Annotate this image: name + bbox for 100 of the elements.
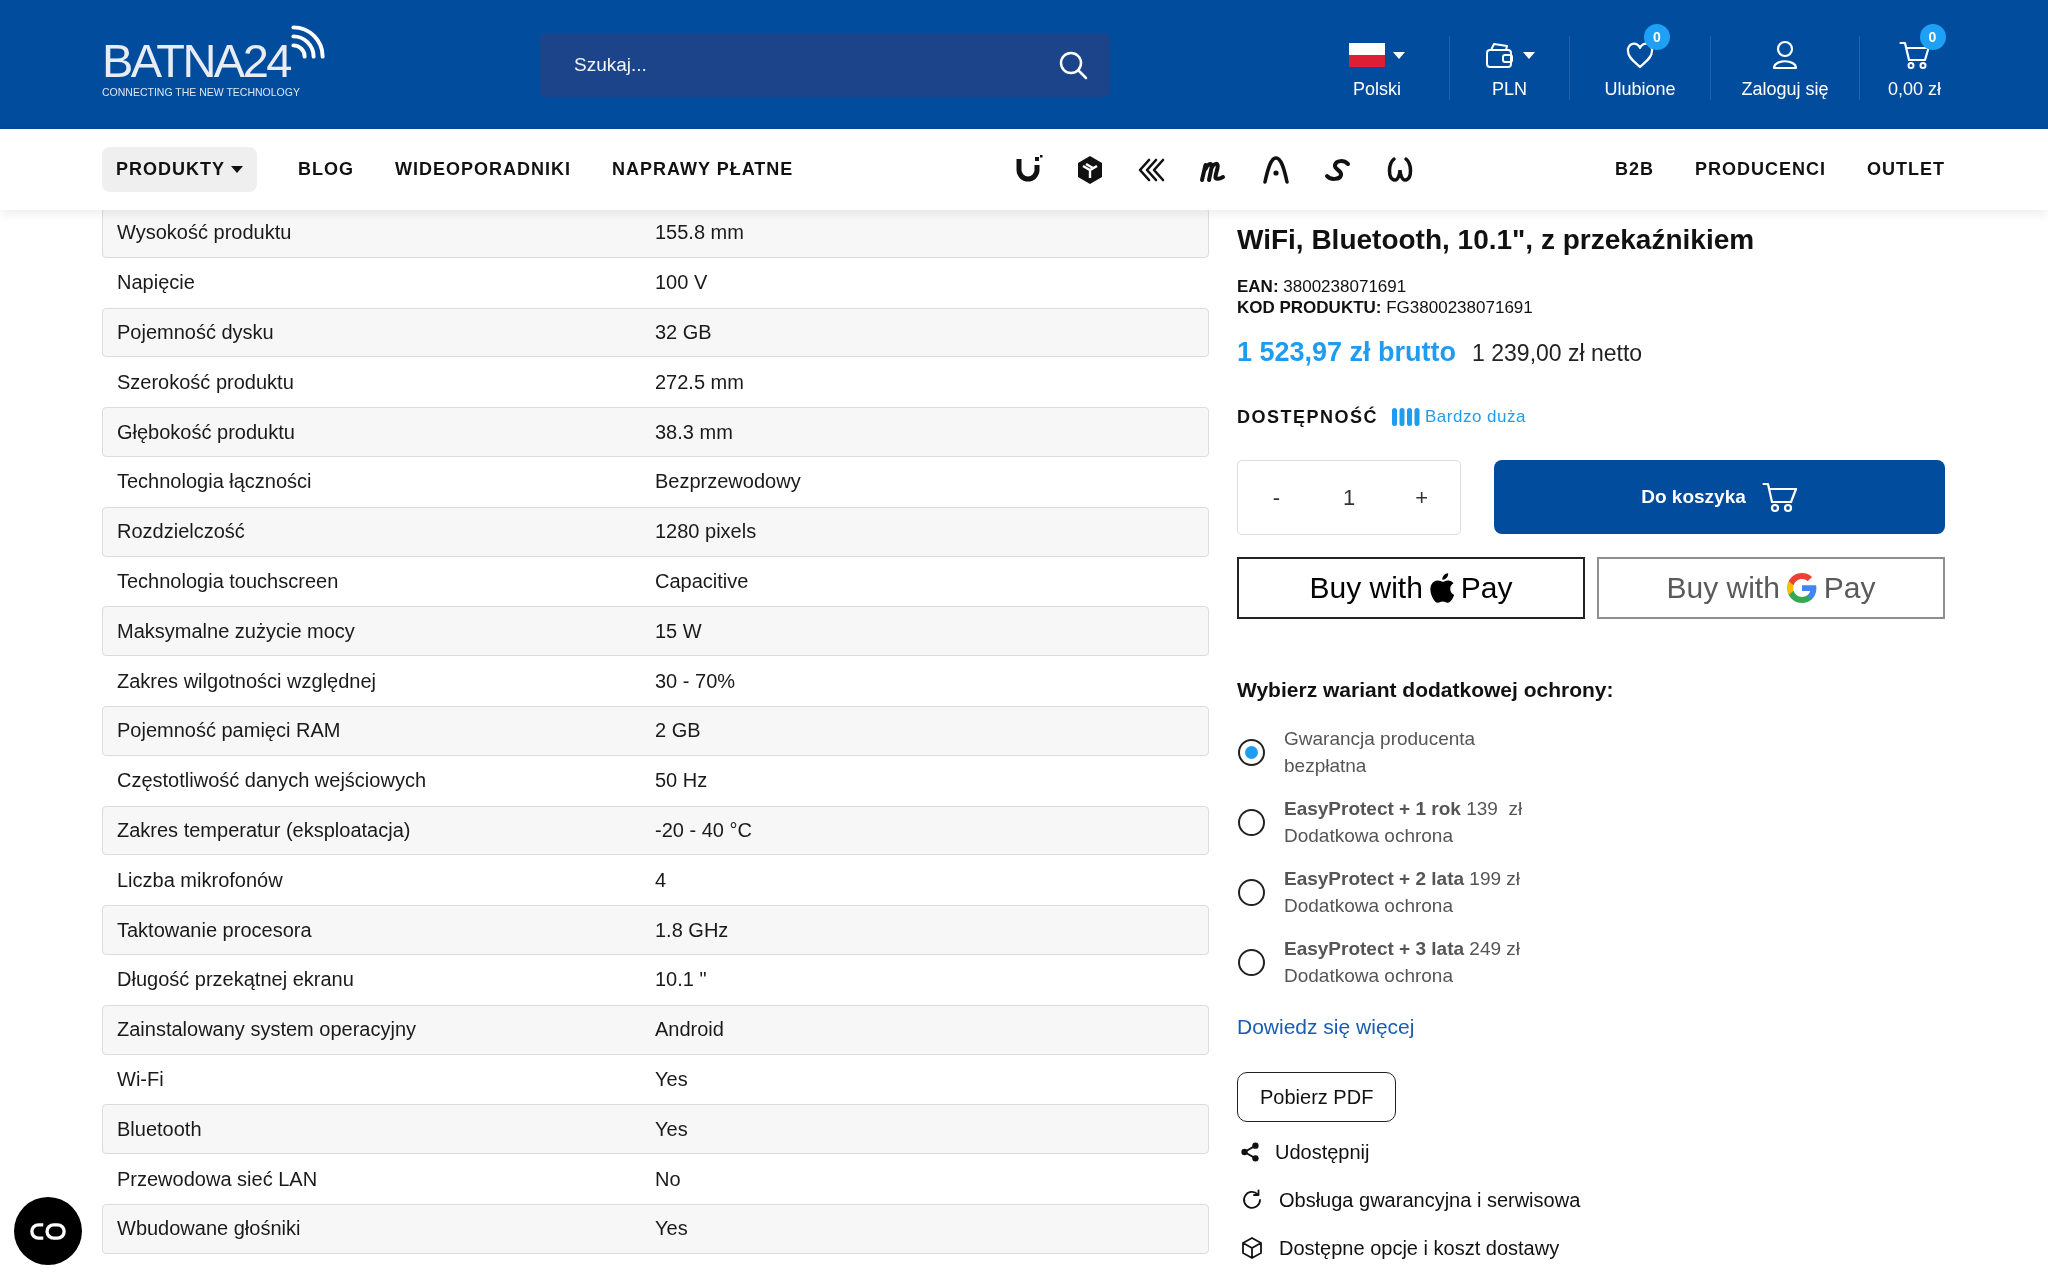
nav-link[interactable]: B2B — [1614, 159, 1654, 180]
refresh-icon — [1240, 1188, 1264, 1212]
nav-link[interactable]: PRODUCENCI — [1694, 159, 1826, 180]
account-link[interactable]: Zaloguj się — [1710, 36, 1859, 100]
spec-label: Bluetooth — [116, 1117, 203, 1141]
spec-label: Rozdzielczość — [116, 520, 246, 544]
language-selector[interactable]: Polski — [1305, 36, 1449, 100]
signal-arcs-icon — [290, 24, 326, 60]
share-icon — [1240, 1142, 1260, 1162]
share-link[interactable]: Udostępnij — [1237, 1137, 1370, 1167]
spec-label: Technologia touchscreen — [116, 569, 340, 593]
spec-value: 1.8 GHz — [655, 918, 729, 942]
spec-value: 32 GB — [655, 321, 712, 344]
search-field[interactable]: Szukaj... — [540, 32, 1110, 97]
spec-value: 272.5 mm — [655, 370, 744, 394]
spec-label: Zakres temperatur (eksploatacja) — [116, 818, 412, 842]
add-to-cart-button[interactable]: Do koszyka — [1494, 460, 1945, 534]
spec-label: Długość przekątnej ekranu — [116, 968, 355, 992]
quantity-field[interactable]: 1 — [1314, 483, 1384, 512]
count-badge: 0 — [1644, 24, 1670, 50]
product-title: WiFi, Bluetooth, 10.1", z przekaźnikiem — [1237, 223, 1756, 257]
apple-icon — [1429, 572, 1454, 604]
spec-label: Wi-Fi — [116, 1067, 165, 1091]
user-icon — [1771, 40, 1799, 70]
stock-bars-icon — [1392, 408, 1421, 426]
pay-button[interactable]: Buy with Pay — [1597, 557, 1945, 619]
spec-label: Przewodowa sieć LAN — [116, 1167, 319, 1191]
spec-label: Zakres wilgotności względnej — [116, 669, 377, 693]
currency-selector[interactable]: PLN — [1449, 36, 1569, 100]
spec-label: Technologia łączności — [116, 470, 313, 494]
spec-value: 15 W — [655, 619, 702, 643]
caret-icon — [231, 166, 243, 173]
plus-button[interactable]: + — [1383, 461, 1460, 534]
spec-label: Wysokość produktu — [116, 221, 293, 245]
spec-label: Liczba mikrofonów — [116, 868, 284, 892]
option-note: Dodatkowa ochrona — [1284, 964, 1454, 988]
spec-value: 4 — [655, 868, 667, 892]
spec-value: 1280 pixels — [655, 520, 757, 544]
delivery-link[interactable]: Dostępne opcje i koszt dostawy — [1237, 1233, 1560, 1263]
warranty-link[interactable]: Obsługa gwarancyjna i serwisowa — [1237, 1185, 1581, 1215]
nav-link[interactable]: WIDEOPORADNIKI — [395, 159, 571, 180]
radio-button[interactable] — [1238, 878, 1265, 906]
radio-button[interactable] — [1238, 808, 1265, 836]
spec-value: Android — [655, 1018, 724, 1042]
spec-value: Bezprzewodowy — [655, 470, 801, 494]
cart-icon — [1898, 40, 1931, 70]
heart-icon — [1625, 41, 1655, 69]
spec-label: Zainstalowany system operacyjny — [116, 1018, 417, 1042]
multicolor-g-icon — [1786, 573, 1817, 603]
option-title: EasyProtect + 1 rok 139 zł — [1284, 797, 1523, 821]
spec-value: 2 GB — [655, 719, 701, 743]
radio-button[interactable] — [1238, 738, 1265, 766]
nav-link[interactable]: NAPRAWY PŁATNE — [612, 159, 794, 180]
ean-text: EAN: 3800238071691 — [1237, 276, 1408, 297]
spec-label: Częstotliwość danych wejściowych — [116, 769, 427, 793]
minus-button[interactable]: - — [1238, 461, 1315, 534]
spec-value: Yes — [655, 1217, 688, 1241]
net-price: 1 239,00 zł netto — [1472, 339, 1643, 368]
caret-icon — [1522, 51, 1535, 59]
nav-link[interactable]: BLOG — [298, 159, 354, 180]
download-pdf-button[interactable]: Pobierz PDF — [1237, 1072, 1397, 1122]
option-note: Dodatkowa ochrona — [1284, 824, 1454, 848]
learn-more-link[interactable]: Dowiedz się więcej — [1237, 1014, 1415, 1040]
pay-button[interactable]: Buy with Pay — [1237, 557, 1585, 619]
spec-value: No — [655, 1167, 681, 1191]
option-note: bezpłatna — [1284, 754, 1368, 778]
logo-wordmark[interactable]: BATNA24 — [102, 39, 290, 83]
option-title: Gwarancja producenta — [1284, 727, 1476, 751]
protection-heading: Wybierz wariant dodatkowej ochrony: — [1237, 677, 1615, 703]
spec-label: Wbudowane głośniki — [116, 1217, 302, 1241]
spec-label: Głębokość produktu — [116, 420, 296, 444]
package-icon — [1240, 1236, 1264, 1260]
option-title: EasyProtect + 3 lata 249 zł — [1284, 937, 1521, 961]
spec-value: 50 Hz — [655, 769, 708, 793]
spec-value: 155.8 mm — [655, 221, 744, 245]
spec-value: 30 - 70% — [655, 669, 736, 693]
availability-value: Bardzo duża — [1425, 407, 1526, 427]
wallet-icon — [1484, 41, 1515, 69]
nav-link[interactable]: OUTLET — [1867, 159, 1945, 180]
spec-label: Maksymalne zużycie mocy — [116, 619, 356, 643]
caret-icon — [1393, 51, 1405, 59]
products-menu-button[interactable]: PRODUKTY — [102, 147, 257, 192]
chain-link-icon — [29, 1220, 67, 1242]
spec-value: 10.1 " — [655, 968, 707, 992]
spec-value: Yes — [655, 1067, 688, 1091]
option-note: Dodatkowa ochrona — [1284, 894, 1454, 918]
search-icon[interactable] — [1058, 49, 1088, 80]
radio-button[interactable] — [1238, 948, 1265, 976]
spec-label: Pojemność dysku — [116, 321, 275, 344]
option-title: EasyProtect + 2 lata 199 zł — [1284, 867, 1521, 891]
spec-value: 38.3 mm — [655, 420, 733, 444]
flag-icon — [1349, 43, 1385, 67]
spec-value: Yes — [655, 1117, 688, 1141]
spec-label: Szerokość produktu — [116, 370, 295, 394]
cart-icon — [1761, 481, 1798, 513]
logo-tagline: CONNECTING THE NEW TECHNOLOGY — [102, 86, 301, 98]
spec-label: Taktowanie procesora — [116, 918, 313, 942]
spec-value: -20 - 40 °C — [655, 818, 752, 842]
spec-value: 100 V — [655, 271, 708, 295]
availability-label: DOSTĘPNOŚĆ — [1237, 406, 1379, 428]
